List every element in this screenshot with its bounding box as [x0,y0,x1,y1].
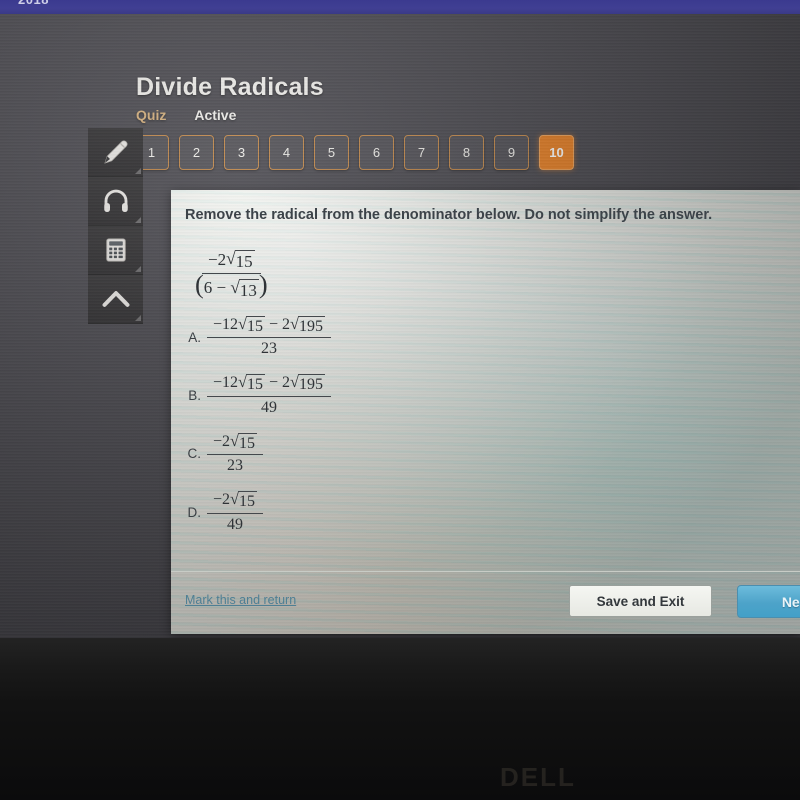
next-button[interactable]: Next [737,585,800,618]
fraction-denominator: 49 [255,397,283,417]
question-expression: −2 √ 15 (6 − √ 13) [189,250,274,300]
choice-letter: B. [188,388,201,404]
answer-choice-c[interactable]: C. −2 √ 15 23 [175,432,555,475]
choice-denominator: 49 [226,515,243,533]
radical-term: −2 √ 15 [213,490,257,511]
audio-tool[interactable] [88,177,143,226]
radical-coefficient: 2 [282,316,291,333]
choice-denominator: 49 [260,398,277,416]
radical-term: −2 √ 15 [208,250,255,272]
question-number-5[interactable]: 5 [314,135,349,170]
calculator-icon [102,236,130,264]
headphones-icon [101,186,131,216]
radicand: 15 [245,374,265,394]
fraction: −2 √ 15 (6 − √ 13) [189,250,274,300]
radicand: 15 [245,316,265,335]
radical-term: 2 √ 195 [282,374,325,394]
radical-term: −12 √ 15 [213,315,265,336]
laptop-screen-photo: 2018 Divide Radicals Quiz Active 1234567… [0,0,800,800]
question-number-8[interactable]: 8 [449,135,484,170]
choice-expression: −2 √ 15 49 [207,490,263,534]
radical-coefficient: −12 [213,374,239,392]
dell-logo: DELL [500,762,576,792]
fraction-numerator: −12 √ 15 − 2 √ 195 [207,374,331,397]
question-number-4[interactable]: 4 [269,135,304,170]
fraction-numerator: −2 √ 15 [207,490,263,514]
choice-letter: C. [187,446,202,462]
question-number-9[interactable]: 9 [494,135,529,170]
calculator-tool[interactable] [88,226,143,275]
radicand: 195 [297,316,325,335]
fraction-denominator: 23 [221,455,249,475]
question-number-10[interactable]: 10 [539,135,574,170]
fraction: −12 √ 15 − 2 √ 195 23 [207,315,331,358]
question-pager: 1 2 3 4 5 6 7 8 9 10 [134,135,574,170]
question-number-6[interactable]: 6 [359,135,394,170]
choice-expression: −12 √ 15 − 2 √ 195 23 [207,315,331,358]
quiz-app-screen: Divide Radicals Quiz Active 1 2 3 4 5 6 7 8 9 10 [0,14,800,640]
tool-rail [88,128,143,324]
radicand: 15 [237,432,257,452]
radical-coefficient: 2 [282,374,291,392]
choice-letter: A. [188,329,201,345]
radicand: 15 [234,250,255,271]
choice-denominator: 23 [260,340,277,358]
choice-expression: −12 √ 15 − 2 √ 195 49 [207,374,331,416]
fraction-denominator: 49 [221,514,249,534]
fraction: −2 √ 15 23 [207,432,263,475]
radical-coefficient: −2 [213,432,231,450]
numerator-operator: − [264,374,283,392]
laptop-bezel [0,638,800,800]
subnav-status-label: Active [194,107,237,123]
page-title: Divide Radicals [136,72,324,101]
question-prompt: Remove the radical from the denominator … [185,207,713,223]
close-paren: ) [258,269,268,299]
radical-coefficient: −2 [213,491,231,509]
answer-choice-a[interactable]: A. −12 √ 15 − 2 √ 195 23 [175,315,555,358]
denominator-term: 6 [203,277,213,297]
radical-term: −2 √ 15 [213,432,257,453]
numerator-operator: − [264,316,283,333]
top-blue-strip: 2018 [0,0,800,14]
radical-coefficient: −2 [208,250,227,269]
fraction-denominator: (6 − √ 13) [189,271,274,301]
radical-term: 2 √ 195 [282,315,325,336]
scroll-up-tool[interactable] [88,275,143,324]
radicand: 195 [297,374,325,394]
fraction: −2 √ 15 49 [207,490,263,534]
up-arrow-icon [100,283,132,315]
fraction-numerator: −12 √ 15 − 2 √ 195 [207,315,331,339]
answer-choice-d[interactable]: D. −2 √ 15 49 [175,490,555,534]
subnav-quiz-label: Quiz [136,107,167,123]
fraction-numerator: −2 √ 15 [207,432,263,456]
fraction-numerator: −2 √ 15 [202,250,261,274]
choice-denominator: 23 [226,457,243,475]
fraction-denominator: 23 [255,338,283,358]
denominator-operator: − [212,277,231,297]
radical-term: √ 13 [230,278,259,301]
fraction: −12 √ 15 − 2 √ 195 49 [207,374,331,416]
open-paren: ( [195,269,204,299]
answer-choice-b[interactable]: B. −12 √ 15 − 2 √ 195 49 [175,374,555,416]
question-number-2[interactable]: 2 [179,135,214,170]
radical-term: −12 √ 15 [213,374,265,394]
pencil-tool[interactable] [88,128,143,177]
top-strip-text: 2018 [18,0,49,7]
choice-expression: −2 √ 15 23 [207,432,263,475]
radicand: 15 [237,491,257,511]
question-number-7[interactable]: 7 [404,135,439,170]
answer-choices: A. −12 √ 15 − 2 √ 195 23 B. −12 √ 15 − 2 √ 195 49 C. −2… [175,315,555,550]
save-and-exit-button[interactable]: Save and Exit [569,585,712,617]
radicand: 13 [238,278,259,300]
mark-this-and-return-link[interactable]: Mark this and return [185,593,296,607]
radical-coefficient: −12 [213,316,239,333]
card-footer: Mark this and return Save and Exit Next [171,571,800,634]
question-number-3[interactable]: 3 [224,135,259,170]
choice-letter: D. [187,504,202,520]
question-card: Remove the radical from the denominator … [171,190,800,634]
pencil-icon [101,137,131,167]
subnav: Quiz Active [136,107,236,123]
